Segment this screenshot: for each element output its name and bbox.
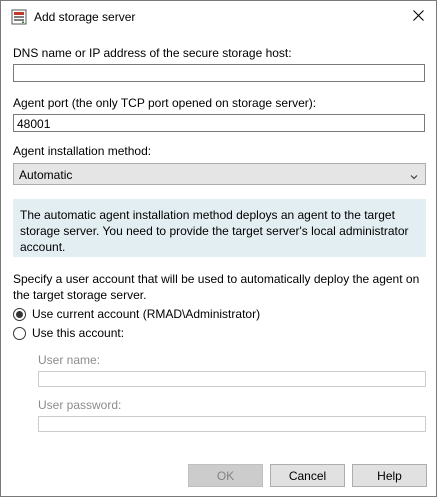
radio-use-current-account[interactable]: Use current account (RMAD\Administrator) <box>13 306 260 322</box>
port-input-value: 48001 <box>17 117 51 131</box>
radio-use-this-account[interactable]: Use this account: <box>13 325 124 341</box>
close-icon <box>412 9 424 24</box>
chevron-down-icon <box>410 170 418 180</box>
method-label: Agent installation method: <box>13 144 152 158</box>
info-text: The automatic agent installation method … <box>20 208 409 254</box>
radio-current-label: Use current account (RMAD\Administrator) <box>32 307 261 321</box>
password-label: User password: <box>38 398 122 412</box>
dns-label: DNS name or IP address of the secure sto… <box>13 46 292 60</box>
installation-method-select[interactable]: Automatic <box>13 163 426 185</box>
info-panel: The automatic agent installation method … <box>13 199 426 257</box>
username-label: User name: <box>38 353 101 367</box>
dialog-title: Add storage server <box>34 10 136 24</box>
radio-this-label: Use this account: <box>32 326 125 340</box>
cancel-button[interactable]: Cancel <box>270 464 345 487</box>
account-description: Specify a user account that will be used… <box>13 272 420 302</box>
installation-method-value: Automatic <box>19 168 73 182</box>
radio-current-indicator[interactable] <box>13 307 26 321</box>
close-button[interactable] <box>400 2 436 31</box>
help-button[interactable]: Help <box>352 464 427 487</box>
title-bar: Add storage server <box>1 1 436 32</box>
add-storage-server-dialog: Add storage server DNS name or IP addres… <box>0 0 437 497</box>
port-input[interactable]: 48001 <box>13 114 425 132</box>
ok-button[interactable]: OK <box>188 464 263 487</box>
password-input <box>38 416 426 432</box>
username-input <box>38 371 426 387</box>
storage-server-icon <box>11 9 27 25</box>
port-label: Agent port (the only TCP port opened on … <box>13 96 317 110</box>
radio-this-indicator[interactable] <box>13 326 26 340</box>
dns-input[interactable] <box>13 64 425 82</box>
button-bar: OK Cancel Help <box>1 452 436 496</box>
